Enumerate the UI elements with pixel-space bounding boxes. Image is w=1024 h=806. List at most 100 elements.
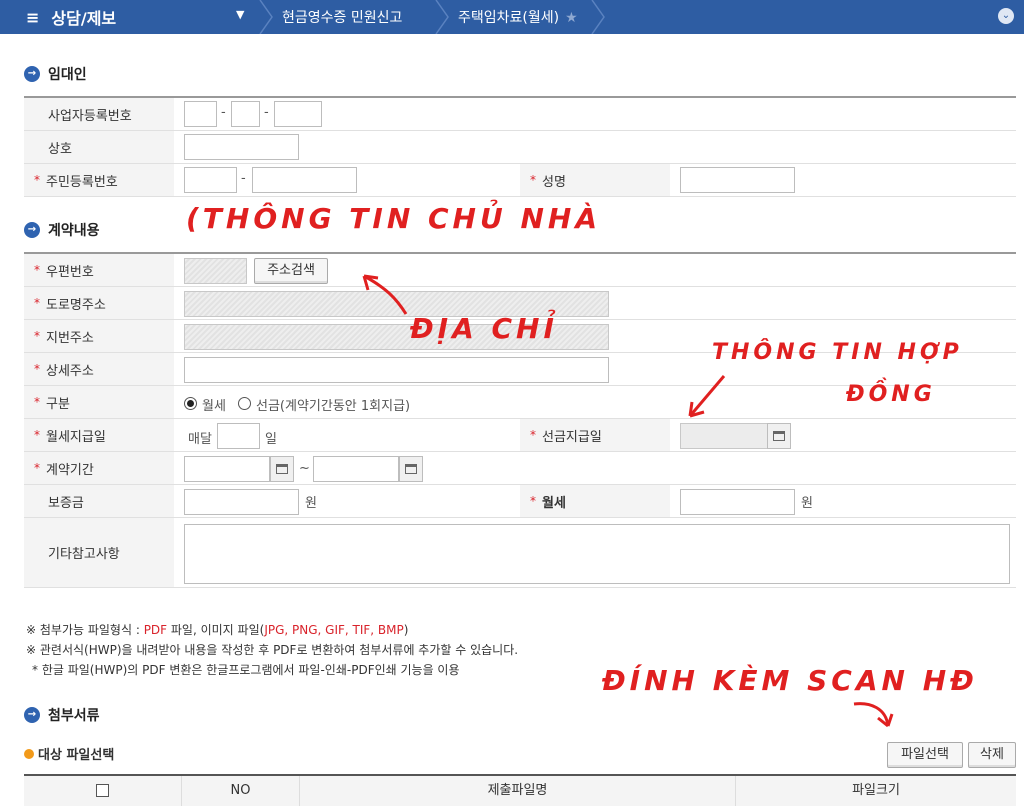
section-attach-label: 첨부서류 — [48, 708, 100, 724]
attachment-notes: ※ 첨부가능 파일형식 : PDF 파일, 이미지 파일(JPG, PNG, G… — [26, 620, 518, 680]
contract-form: * 우편번호 주소검색 * 도로명주소 * 지번주소 * 상세주소 * 구분 월세 선금(… — [24, 252, 1016, 588]
note-line-3: * 한글 파일(HWP)의 PDF 변환은 한글프로그램에서 파일-인쇄-PDF… — [32, 663, 460, 677]
resident-no-part1-input[interactable] — [184, 167, 237, 193]
label-resident-no: * 주민등록번호 — [24, 164, 174, 196]
breadcrumb-item-rent[interactable]: 주택임차료(월세) ★ — [458, 7, 578, 27]
required-mark: * — [34, 428, 40, 442]
pay-day-prefix: 매달 — [188, 432, 212, 447]
file-select-subtitle-text: 대상 파일선택 — [38, 748, 115, 763]
label-prepay-date: * 선금지급일 — [520, 419, 670, 451]
label-name: * 성명 — [520, 164, 670, 196]
deposit-input[interactable] — [184, 489, 299, 515]
top-nav-bar: ≡ 상담/제보 ▼ 현금영수증 민원신고 주택임차료(월세) ★ ⌄ — [0, 0, 1024, 34]
calendar-icon[interactable] — [270, 456, 294, 482]
star-icon[interactable]: ★ — [565, 10, 578, 26]
required-mark: * — [34, 173, 40, 187]
annotation-attach-scan: ĐÍNH KÈM SCAN HĐ — [602, 664, 978, 697]
row-zip: * 우편번호 주소검색 — [24, 254, 1016, 287]
won-unit: 원 — [305, 496, 317, 511]
period-end-input[interactable] — [313, 456, 399, 482]
arrow-circle-icon: → — [24, 222, 40, 238]
column-no: NO — [182, 776, 300, 806]
company-input[interactable] — [184, 134, 299, 160]
prepay-date-input — [680, 423, 768, 449]
label-detail-addr: * 상세주소 — [24, 353, 174, 385]
period-label: 계약기간 — [46, 462, 94, 478]
prepay-date-label: 선금지급일 — [542, 429, 602, 445]
required-mark: * — [530, 494, 536, 508]
section-attach-title: → 첨부서류 — [24, 705, 100, 725]
radio-monthly-rent-label: 월세 — [202, 399, 226, 414]
expand-icon[interactable]: ⌄ — [998, 8, 1014, 24]
row-resident-no: * 주민등록번호 - * 성명 — [24, 164, 1016, 197]
caret-down-icon[interactable]: ▼ — [236, 8, 244, 21]
detail-address-input[interactable] — [184, 357, 609, 383]
section-landlord-title: → 임대인 — [24, 64, 87, 84]
annotation-address: ĐỊA CHỈ — [410, 312, 558, 345]
note-text: 파일, 이미지 파일( — [167, 623, 265, 637]
required-mark: * — [34, 395, 40, 409]
resident-no-label: 주민등록번호 — [46, 174, 118, 190]
pay-day-label: 월세지급일 — [46, 429, 106, 445]
required-mark: * — [530, 173, 536, 187]
annotation-arrow-icon — [853, 702, 894, 728]
annotation-landlord-info: (THÔNG TIN CHỦ NHÀ — [186, 202, 601, 235]
zip-input — [184, 258, 247, 284]
pay-day-input[interactable] — [217, 423, 260, 449]
breadcrumb-separator-icon — [435, 0, 449, 34]
row-period: * 계약기간 ~ — [24, 452, 1016, 485]
calendar-icon[interactable] — [399, 456, 423, 482]
label-type: * 구분 — [24, 386, 174, 418]
breadcrumb-item-cash-receipt[interactable]: 현금영수증 민원신고 — [282, 7, 402, 27]
delete-button[interactable]: 삭제 — [968, 742, 1016, 768]
row-pay-day: * 월세지급일 매달 일 * 선금지급일 — [24, 419, 1016, 452]
annotation-arrow-icon — [688, 375, 726, 418]
calendar-icon[interactable] — [767, 423, 791, 449]
label-pay-day: * 월세지급일 — [24, 419, 174, 451]
note-text: ※ 첨부가능 파일형식 : — [26, 623, 144, 637]
required-mark: * — [34, 329, 40, 343]
bullet-icon — [24, 748, 34, 759]
required-mark: * — [34, 362, 40, 376]
label-period: * 계약기간 — [24, 452, 174, 484]
column-filesize: 파일크기 — [852, 783, 900, 798]
dash-separator: - — [241, 171, 246, 186]
file-select-button[interactable]: 파일선택 — [887, 742, 963, 768]
label-lot-addr: * 지번주소 — [24, 320, 174, 352]
row-biz-no: 사업자등록번호 - - — [24, 98, 1016, 131]
column-filename: 제출파일명 — [300, 776, 736, 806]
annotation-arrow-icon — [362, 274, 408, 315]
file-select-subtitle: 대상 파일선택 — [24, 744, 114, 763]
note-line-1: ※ 첨부가능 파일형식 : PDF 파일, 이미지 파일(JPG, PNG, G… — [26, 620, 518, 640]
radio-monthly-rent[interactable] — [184, 397, 197, 410]
address-search-button[interactable]: 주소검색 — [254, 258, 328, 284]
label-company: 상호 — [24, 131, 174, 163]
breadcrumb-separator-icon — [591, 0, 605, 34]
section-contract-title: → 계약내용 — [24, 220, 100, 240]
note-image-types: JPG, PNG, GIF, TIF, BMP — [264, 623, 404, 637]
arrow-circle-icon: → — [24, 66, 40, 82]
menu-label: 상담/제보 — [51, 9, 117, 28]
rent-input[interactable] — [680, 489, 795, 515]
resident-no-part2-input[interactable] — [252, 167, 357, 193]
radio-prepayment[interactable] — [238, 397, 251, 410]
period-separator: ~ — [299, 461, 310, 476]
notes-textarea[interactable] — [184, 524, 1010, 584]
dash-separator: - — [264, 105, 269, 120]
biz-no-part3-input[interactable] — [274, 101, 322, 127]
label-rent: * 월세 — [520, 485, 670, 517]
menu-dropdown[interactable]: ≡ 상담/제보 — [26, 5, 116, 29]
rent-label: 월세 — [542, 495, 566, 511]
label-zip: * 우편번호 — [24, 254, 174, 286]
row-company: 상호 — [24, 131, 1016, 164]
label-notes: 기타참고사항 — [24, 518, 174, 587]
biz-no-part1-input[interactable] — [184, 101, 217, 127]
select-all-checkbox[interactable] — [96, 784, 109, 797]
breadcrumb-rent-label: 주택임차료(월세) — [458, 10, 560, 26]
note-pdf: PDF — [143, 623, 168, 637]
name-input[interactable] — [680, 167, 795, 193]
label-deposit: 보증금 — [24, 485, 174, 517]
select-all-cell — [24, 776, 182, 806]
biz-no-part2-input[interactable] — [231, 101, 260, 127]
period-start-input[interactable] — [184, 456, 270, 482]
